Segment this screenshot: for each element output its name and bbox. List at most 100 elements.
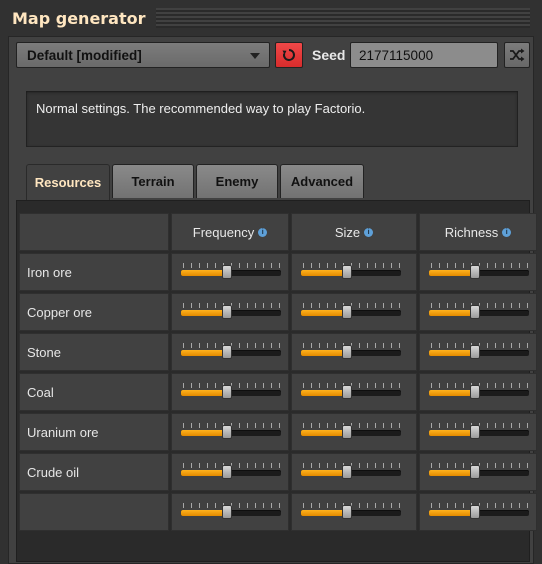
slider-tick: [447, 383, 448, 388]
slider-tick: [255, 423, 256, 428]
title-bar[interactable]: Map generator: [0, 0, 542, 36]
slider-handle[interactable]: [470, 305, 480, 319]
slider-tick: [279, 423, 280, 428]
slider-tick: [271, 263, 272, 268]
slider-tick: [303, 423, 304, 428]
slider-richness[interactable]: [429, 503, 529, 521]
slider-frequency[interactable]: [181, 503, 281, 521]
slider-handle[interactable]: [222, 345, 232, 359]
slider-handle[interactable]: [470, 265, 480, 279]
slider-handle[interactable]: [342, 385, 352, 399]
slider-cell: [291, 253, 417, 291]
slider-frequency[interactable]: [181, 463, 281, 481]
slider-size[interactable]: [301, 423, 401, 441]
slider-tick: [327, 263, 328, 268]
slider-handle[interactable]: [342, 505, 352, 519]
slider-handle[interactable]: [342, 465, 352, 479]
slider-frequency[interactable]: [181, 383, 281, 401]
slider-richness[interactable]: [429, 463, 529, 481]
slider-tick: [183, 303, 184, 308]
slider-tick: [247, 503, 248, 508]
tab-enemy[interactable]: Enemy: [196, 164, 278, 198]
slider-tick: [487, 383, 488, 388]
slider-handle[interactable]: [222, 305, 232, 319]
slider-tick: [495, 343, 496, 348]
slider-tick: [271, 303, 272, 308]
slider-tick: [383, 343, 384, 348]
tab-resources[interactable]: Resources: [26, 164, 110, 200]
reset-preset-button[interactable]: [275, 42, 303, 68]
slider-handle[interactable]: [222, 425, 232, 439]
slider-handle[interactable]: [470, 345, 480, 359]
tab-advanced[interactable]: Advanced: [280, 164, 364, 198]
slider-handle[interactable]: [470, 465, 480, 479]
slider-fill: [301, 270, 347, 276]
reset-icon: [282, 49, 295, 61]
tab-terrain[interactable]: Terrain: [112, 164, 194, 198]
slider-handle[interactable]: [222, 265, 232, 279]
slider-tick: [383, 423, 384, 428]
slider-cell: [171, 373, 289, 411]
slider-tick: [519, 303, 520, 308]
slider-frequency[interactable]: [181, 423, 281, 441]
slider-size[interactable]: [301, 503, 401, 521]
slider-tick: [319, 263, 320, 268]
slider-tick: [239, 263, 240, 268]
slider-tick: [375, 423, 376, 428]
slider-size[interactable]: [301, 463, 401, 481]
slider-size[interactable]: [301, 383, 401, 401]
slider-frequency[interactable]: [181, 343, 281, 361]
slider-richness[interactable]: [429, 263, 529, 281]
slider-tick: [367, 503, 368, 508]
slider-tick: [495, 383, 496, 388]
slider-tick: [431, 303, 432, 308]
slider-tick: [303, 343, 304, 348]
slider-tick: [463, 303, 464, 308]
slider-size[interactable]: [301, 343, 401, 361]
slider-tick: [367, 463, 368, 468]
slider-tick: [519, 383, 520, 388]
slider-tick: [439, 263, 440, 268]
seed-input[interactable]: 2177115000: [350, 42, 498, 68]
slider-handle[interactable]: [470, 505, 480, 519]
slider-handle[interactable]: [342, 345, 352, 359]
slider-tick: [191, 343, 192, 348]
slider-tick: [215, 303, 216, 308]
slider-richness[interactable]: [429, 423, 529, 441]
slider-tick: [263, 503, 264, 508]
slider-tick: [495, 303, 496, 308]
slider-tick: [215, 423, 216, 428]
info-icon[interactable]: i: [258, 227, 268, 237]
slider-tick: [367, 423, 368, 428]
slider-tick: [303, 503, 304, 508]
info-icon[interactable]: i: [364, 227, 374, 237]
column-header-frequency: Frequency i: [171, 213, 289, 251]
preset-dropdown[interactable]: Default [modified]: [16, 42, 270, 68]
slider-richness[interactable]: [429, 343, 529, 361]
slider-tick: [327, 303, 328, 308]
slider-tick: [399, 503, 400, 508]
slider-handle[interactable]: [222, 465, 232, 479]
slider-tick: [199, 503, 200, 508]
slider-tick: [191, 383, 192, 388]
slider-frequency[interactable]: [181, 263, 281, 281]
slider-richness[interactable]: [429, 383, 529, 401]
tab-bar: Resources Terrain Enemy Advanced: [26, 164, 426, 200]
info-icon[interactable]: i: [502, 227, 512, 237]
slider-size[interactable]: [301, 303, 401, 321]
slider-handle[interactable]: [342, 305, 352, 319]
randomize-seed-button[interactable]: [504, 42, 530, 68]
slider-richness[interactable]: [429, 303, 529, 321]
slider-handle[interactable]: [342, 425, 352, 439]
slider-handle[interactable]: [342, 265, 352, 279]
slider-size[interactable]: [301, 263, 401, 281]
slider-handle[interactable]: [222, 385, 232, 399]
slider-tick: [455, 503, 456, 508]
column-header-label: Size: [334, 224, 361, 240]
slider-tick: [279, 303, 280, 308]
slider-frequency[interactable]: [181, 303, 281, 321]
slider-handle[interactable]: [470, 385, 480, 399]
drag-handle[interactable]: [155, 8, 530, 28]
slider-handle[interactable]: [470, 425, 480, 439]
slider-handle[interactable]: [222, 505, 232, 519]
